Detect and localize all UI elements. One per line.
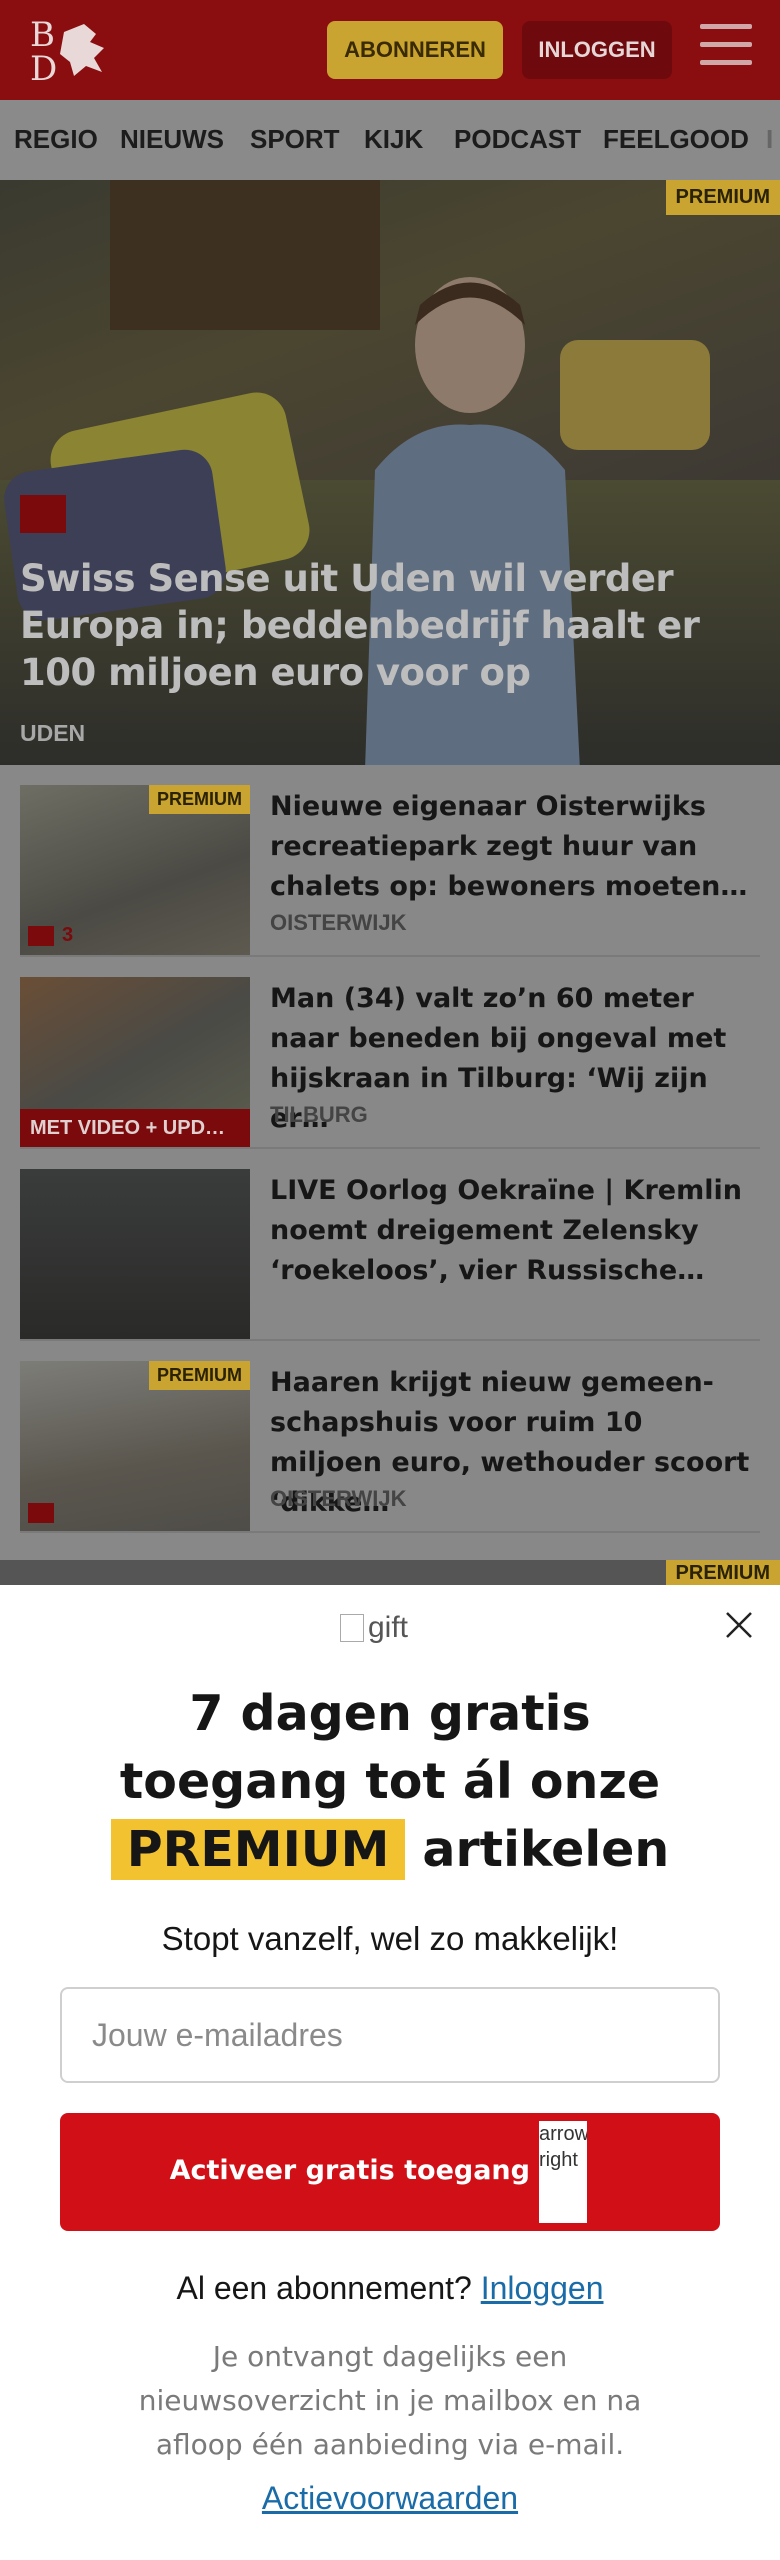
nav-item-feelgood[interactable]: FEELGOOD xyxy=(603,124,749,155)
nav-item-kijk[interactable]: KIJK xyxy=(364,124,423,155)
existing-subscription-text: Al een abonnement? Inloggen xyxy=(176,2270,604,2306)
article-title[interactable]: Nieuwe eigenaar Oisterwijks recreatiepar… xyxy=(270,787,750,907)
article-location: OISTERWIJK xyxy=(270,1486,407,1511)
arrow-right-icon: arrow-right xyxy=(539,2121,587,2223)
premium-badge: PREMIUM xyxy=(149,785,250,814)
hero-image-background xyxy=(110,180,380,330)
top-header: B D ABONNEREN INLOGGEN xyxy=(0,0,780,100)
list-item[interactable]: MET VIDEO + UPD… Man (34) valt zo’n 60 m… xyxy=(20,957,760,1149)
close-icon[interactable] xyxy=(724,1610,754,1640)
modal-subtitle: Stopt vanzelf, wel zo makkelijk! xyxy=(161,1920,619,1957)
comment-icon xyxy=(28,925,54,946)
hero-title[interactable]: Swiss Sense uit Uden wil verder Europa i… xyxy=(20,555,760,696)
article-thumbnail xyxy=(20,1169,250,1339)
nav-item-nieuws[interactable]: NIEUWS xyxy=(120,124,224,155)
comment-count xyxy=(28,1503,54,1523)
video-update-tag: MET VIDEO + UPD… xyxy=(20,1109,250,1147)
svg-text:D: D xyxy=(30,49,57,84)
comment-count: 3 xyxy=(28,924,73,947)
premium-highlight: PREMIUM xyxy=(110,1819,406,1880)
premium-trial-modal: gift 7 dagen gratis toegang tot ál onze … xyxy=(0,1585,780,2560)
nav-item-podcast[interactable]: PODCAST xyxy=(454,124,581,155)
subscribe-button[interactable]: ABONNEREN xyxy=(327,21,503,79)
modal-title: 7 dagen gratis toegang tot ál onze PREMI… xyxy=(0,1680,780,1884)
terms-link[interactable]: Actievoorwaarden xyxy=(262,2480,518,2516)
email-field[interactable] xyxy=(60,1987,720,2083)
premium-badge: PREMIUM xyxy=(665,1560,780,1587)
article-thumbnail: MET VIDEO + UPD… xyxy=(20,977,250,1147)
activate-trial-button[interactable]: Activeer gratis toegang arrow-right xyxy=(60,2113,720,2231)
premium-badge: PREMIUM xyxy=(665,180,780,215)
list-item[interactable]: PREMIUM Haaren krijgt nieuw gemeen-schap… xyxy=(20,1341,760,1533)
next-article-peek: PREMIUM xyxy=(0,1560,780,1587)
info-text: Je ontvangt dagelijks een nieuwsoverzich… xyxy=(138,2340,642,2461)
list-item[interactable]: PREMIUM 3 Nieuwe eigenaar Oisterwijks re… xyxy=(20,765,760,957)
article-location: TILBURG xyxy=(270,1102,368,1127)
comment-icon xyxy=(28,1503,54,1523)
hero-article[interactable]: PREMIUM Swiss Sense uit Uden wil verder … xyxy=(0,180,780,765)
premium-badge: PREMIUM xyxy=(149,1361,250,1390)
terms-link-container: Actievoorwaarden xyxy=(0,2480,780,2517)
login-button[interactable]: INLOGGEN xyxy=(522,21,672,79)
article-thumbnail: PREMIUM xyxy=(20,1361,250,1531)
list-item[interactable]: LIVE Oorlog Oekraïne | Kremlin noemt dre… xyxy=(20,1149,760,1341)
gift-icon: gift xyxy=(340,1611,408,1645)
article-title[interactable]: LIVE Oorlog Oekraïne | Kremlin noemt dre… xyxy=(270,1171,750,1291)
hamburger-menu-icon[interactable] xyxy=(700,24,752,74)
article-list: PREMIUM 3 Nieuwe eigenaar Oisterwijks re… xyxy=(0,765,780,1585)
article-thumbnail: PREMIUM 3 xyxy=(20,785,250,955)
nav-item-sport[interactable]: SPORT xyxy=(250,124,340,155)
section-nav: REGIO NIEUWS SPORT KIJK PODCAST FEELGOOD… xyxy=(0,100,780,181)
nav-item-more[interactable]: I xyxy=(766,124,773,155)
login-link[interactable]: Inloggen xyxy=(481,2270,604,2306)
comment-icon xyxy=(20,495,66,533)
article-location: OISTERWIJK xyxy=(270,910,407,935)
bd-logo[interactable]: B D xyxy=(24,14,124,84)
hero-location: UDEN xyxy=(20,720,86,746)
nav-item-regio[interactable]: REGIO xyxy=(14,124,98,155)
